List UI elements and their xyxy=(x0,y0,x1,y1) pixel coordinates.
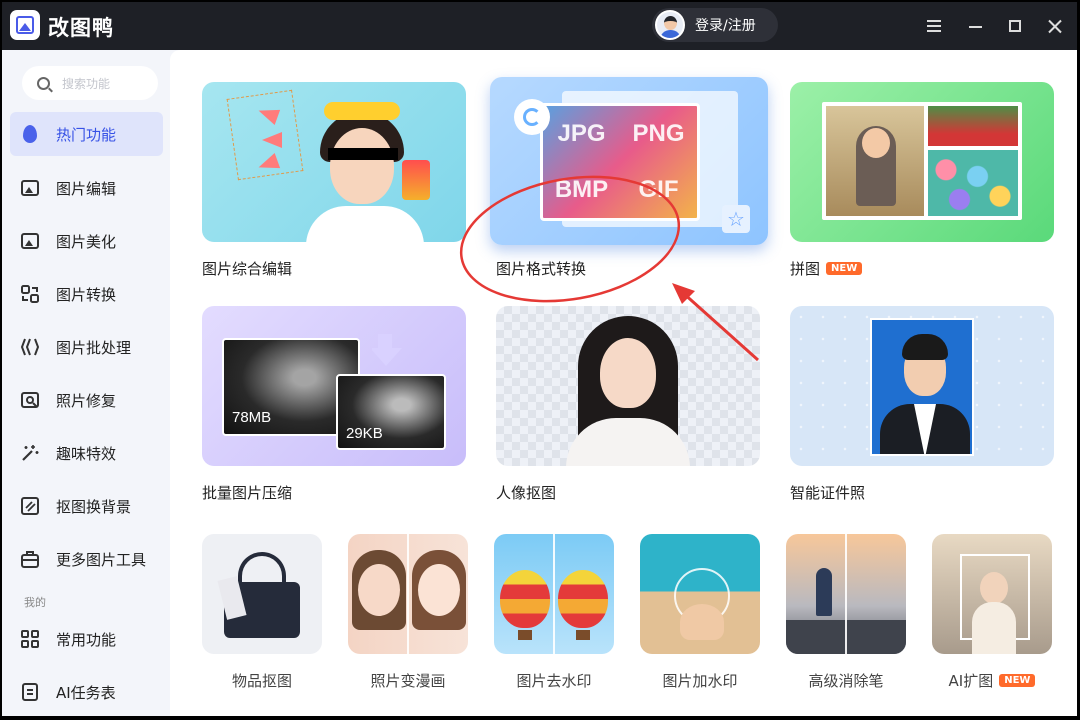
annotation-overlay xyxy=(459,175,760,362)
annotation-arrow xyxy=(680,290,760,362)
app-window: 改图鸭 登录/注册 搜索功能 热门功能 图片编辑 图片美化 图片转换 图片批处理… xyxy=(2,2,1077,716)
annotation-ellipse xyxy=(459,175,681,303)
